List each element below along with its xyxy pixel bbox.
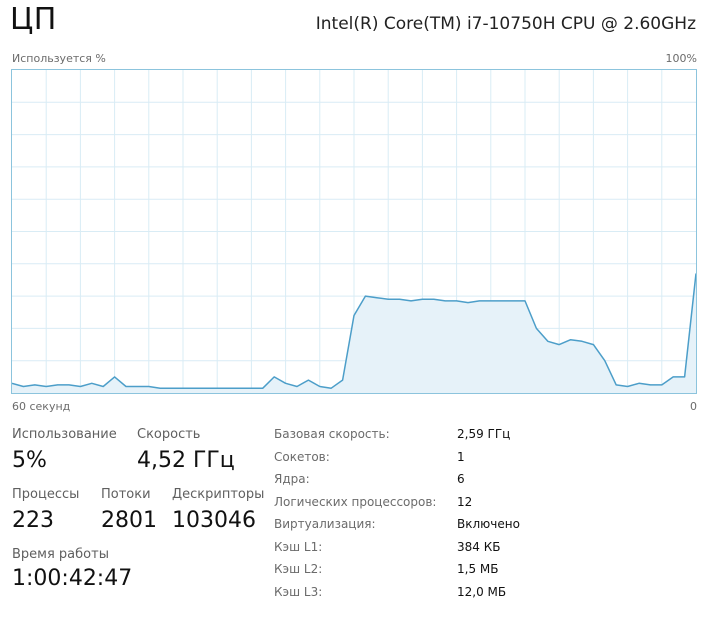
processes-value: 223	[12, 508, 54, 533]
cpu-usage-chart	[12, 70, 696, 393]
info-value: 12,0 МБ	[457, 584, 507, 599]
info-row: Логических процессоров: 12	[274, 495, 574, 518]
info-label: Сокетов:	[274, 449, 330, 464]
info-value: 1	[457, 449, 465, 464]
info-label: Виртуализация:	[274, 517, 376, 531]
cpu-info-table: Базовая скорость: 2,59 ГГц Сокетов: 1 Яд…	[274, 427, 574, 607]
info-label: Кэш L3:	[274, 584, 323, 599]
info-value: 384 КБ	[457, 539, 501, 554]
info-row: Кэш L2: 1,5 МБ	[274, 562, 574, 585]
info-row: Кэш L3: 12,0 МБ	[274, 585, 574, 608]
info-value: 1,5 МБ	[457, 562, 499, 576]
graph-y-max-label: 100%	[665, 52, 697, 65]
cpu-model-name: Intel(R) Core(TM) i7-10750H CPU @ 2.60GH…	[315, 14, 696, 34]
graph-y-label: Используется %	[12, 52, 106, 65]
info-row: Базовая скорость: 2,59 ГГц	[274, 427, 574, 450]
info-label: Ядра:	[274, 472, 310, 486]
info-row: Кэш L1: 384 КБ	[274, 540, 574, 563]
info-row: Ядра: 6	[274, 472, 574, 495]
threads-value: 2801	[101, 508, 157, 533]
page-title: ЦП	[10, 2, 57, 37]
processes-label: Процессы	[12, 487, 80, 502]
handles-value: 103046	[172, 508, 256, 533]
info-label: Кэш L1:	[274, 539, 323, 554]
info-label: Базовая скорость:	[274, 427, 390, 441]
handles-label: Дескрипторы	[172, 487, 265, 502]
usage-value: 5%	[12, 448, 47, 473]
info-value: 2,59 ГГц	[457, 427, 511, 441]
usage-label: Использование	[12, 427, 117, 442]
graph-x-left-label: 60 секунд	[12, 400, 71, 413]
info-row: Виртуализация: Включено	[274, 517, 574, 540]
info-row: Сокетов: 1	[274, 450, 574, 473]
cpu-usage-graph	[11, 69, 697, 394]
uptime-value: 1:00:42:47	[12, 566, 133, 591]
speed-label: Скорость	[137, 427, 201, 442]
uptime-label: Время работы	[12, 547, 109, 562]
threads-label: Потоки	[101, 487, 151, 502]
info-value: Включено	[457, 517, 520, 531]
info-value: 6	[457, 472, 465, 486]
info-label: Логических процессоров:	[274, 494, 437, 509]
info-value: 12	[457, 494, 473, 509]
speed-value: 4,52 ГГц	[137, 448, 235, 473]
info-label: Кэш L2:	[274, 562, 323, 576]
graph-x-right-label: 0	[690, 400, 697, 413]
